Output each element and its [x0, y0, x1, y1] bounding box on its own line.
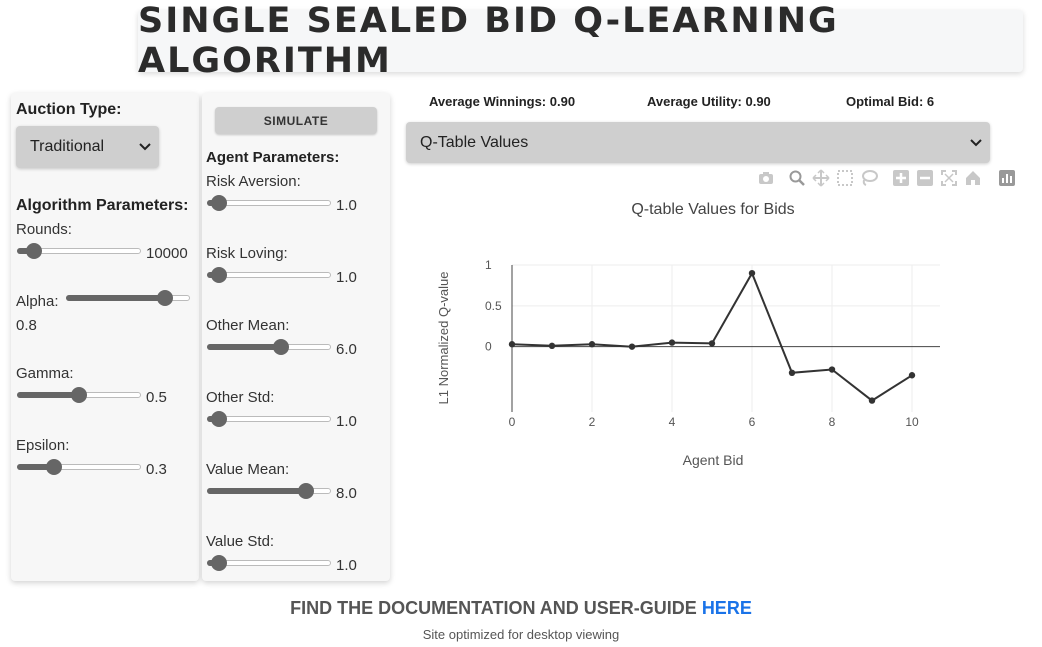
risk-loving-slider-handle[interactable] [211, 267, 228, 283]
q-table-chart: Q-table Values for Bids 0 2 4 6 8 10 0 0.5 1 Age… [436, 201, 940, 468]
reset-axes-icon[interactable] [964, 169, 982, 187]
value-mean-label: Value Mean: [206, 461, 290, 478]
optimal-bid: Optimal Bid: 6 [846, 94, 935, 109]
data-point [788, 369, 796, 376]
data-point [548, 342, 556, 350]
risk-loving-slider[interactable] [207, 267, 331, 283]
risk-aversion-label: Risk Aversion: [206, 173, 301, 190]
zoom-out-icon[interactable] [916, 169, 934, 187]
risk-loving-value: 1.0 [336, 269, 357, 286]
simulate-button[interactable]: SIMULATE [215, 107, 377, 134]
documentation-link[interactable]: HERE [702, 598, 752, 618]
other-mean-label: Other Mean: [206, 317, 290, 334]
auction-type-label: Auction Type: [16, 101, 122, 118]
other-std-slider[interactable] [207, 411, 331, 427]
gamma-slider[interactable] [17, 387, 141, 403]
data-point [748, 269, 756, 277]
page-title: SINGLE SEALED BID Q-LEARNING ALGORITHM [138, 1, 839, 81]
gamma-label: Gamma: [16, 365, 74, 382]
agent-panel: SIMULATE Agent Parameters: Risk Aversion… [202, 93, 390, 581]
y-tick-label: 0.5 [485, 299, 502, 313]
data-point [828, 366, 836, 373]
rounds-slider[interactable] [17, 243, 141, 259]
epsilon-slider-handle[interactable] [46, 459, 63, 475]
other-std-slider-handle[interactable] [211, 411, 228, 427]
lasso-select-icon[interactable] [860, 169, 878, 187]
desktop-note: Site optimized for desktop viewing [422, 627, 620, 642]
data-point [628, 343, 636, 350]
data-point [588, 341, 596, 348]
algorithm-params-label: Algorithm Parameters: [16, 197, 189, 214]
rounds-label: Rounds: [16, 221, 72, 238]
other-mean-slider[interactable] [207, 339, 331, 355]
auction-type-select[interactable]: Traditional [16, 126, 159, 168]
chart-view-select[interactable]: Q-Table Values [406, 122, 990, 163]
y-axis-label: L1 Normalized Q-value [436, 272, 451, 405]
documentation-text: FIND THE DOCUMENTATION AND USER-GUIDE HE… [0, 598, 1042, 619]
value-mean-slider-handle[interactable] [298, 483, 315, 499]
epsilon-value: 0.3 [146, 461, 167, 478]
documentation-label: FIND THE DOCUMENTATION AND USER-GUIDE [290, 598, 702, 618]
risk-aversion-slider-handle[interactable] [211, 195, 228, 211]
data-point [668, 339, 676, 346]
chevron-down-icon [970, 134, 982, 152]
autoscale-icon[interactable] [940, 169, 958, 187]
x-tick-label: 4 [669, 415, 676, 429]
value-std-slider[interactable] [207, 555, 331, 571]
alpha-value: 0.8 [16, 317, 37, 334]
camera-icon[interactable] [757, 169, 775, 187]
y-tick-label: 0 [485, 340, 492, 354]
plotly-logo-icon[interactable] [998, 169, 1016, 187]
title-banner: SINGLE SEALED BID Q-LEARNING ALGORITHM [138, 1, 1023, 81]
rounds-slider-handle[interactable] [26, 243, 43, 259]
chart-toolbar [755, 168, 1020, 190]
data-point [708, 340, 716, 347]
data-point [868, 397, 876, 404]
zoom-in-icon[interactable] [892, 169, 910, 187]
value-mean-slider[interactable] [207, 483, 331, 499]
other-std-value: 1.0 [336, 413, 357, 430]
pan-icon[interactable] [812, 169, 830, 187]
alpha-slider-handle[interactable] [157, 290, 174, 306]
x-axis-label: Agent Bid [683, 452, 744, 468]
value-std-label: Value Std: [206, 533, 275, 550]
rounds-value: 10000 [146, 245, 188, 262]
box-select-icon[interactable] [836, 169, 854, 187]
series-line [511, 270, 913, 402]
epsilon-slider[interactable] [17, 459, 141, 475]
alpha-label: Alpha: [16, 293, 59, 310]
other-mean-value: 6.0 [336, 341, 357, 358]
other-std-label: Other Std: [206, 389, 275, 406]
x-tick-label: 8 [829, 415, 836, 429]
chart-view-value: Q-Table Values [420, 133, 529, 151]
x-tick-label: 6 [749, 415, 756, 429]
gamma-slider-handle[interactable] [71, 387, 87, 403]
x-tick-label: 0 [509, 415, 516, 429]
chart-title: Q-table Values for Bids [631, 201, 794, 218]
value-std-slider-handle[interactable] [211, 555, 228, 571]
value-mean-value: 8.0 [336, 485, 357, 502]
alpha-slider[interactable] [66, 290, 190, 306]
chevron-down-icon [139, 138, 151, 156]
zoom-icon[interactable] [788, 169, 806, 187]
risk-loving-label: Risk Loving: [206, 245, 288, 262]
algorithm-panel: Auction Type: Traditional Algorithm Para… [11, 93, 199, 581]
risk-aversion-slider[interactable] [207, 195, 331, 211]
value-std-value: 1.0 [336, 557, 357, 574]
epsilon-label: Epsilon: [16, 437, 70, 454]
y-tick-label: 1 [485, 258, 492, 272]
risk-aversion-value: 1.0 [336, 197, 357, 214]
x-tick-label: 2 [589, 415, 596, 429]
data-point [908, 372, 916, 379]
data-point [508, 341, 516, 348]
average-winnings: Average Winnings: 0.90 [429, 94, 576, 109]
other-mean-slider-handle[interactable] [273, 339, 290, 355]
gamma-value: 0.5 [146, 389, 167, 406]
average-utility: Average Utility: 0.90 [647, 94, 771, 109]
x-tick-label: 10 [905, 415, 919, 429]
agent-params-label: Agent Parameters: [206, 149, 340, 166]
auction-type-value: Traditional [30, 138, 105, 155]
